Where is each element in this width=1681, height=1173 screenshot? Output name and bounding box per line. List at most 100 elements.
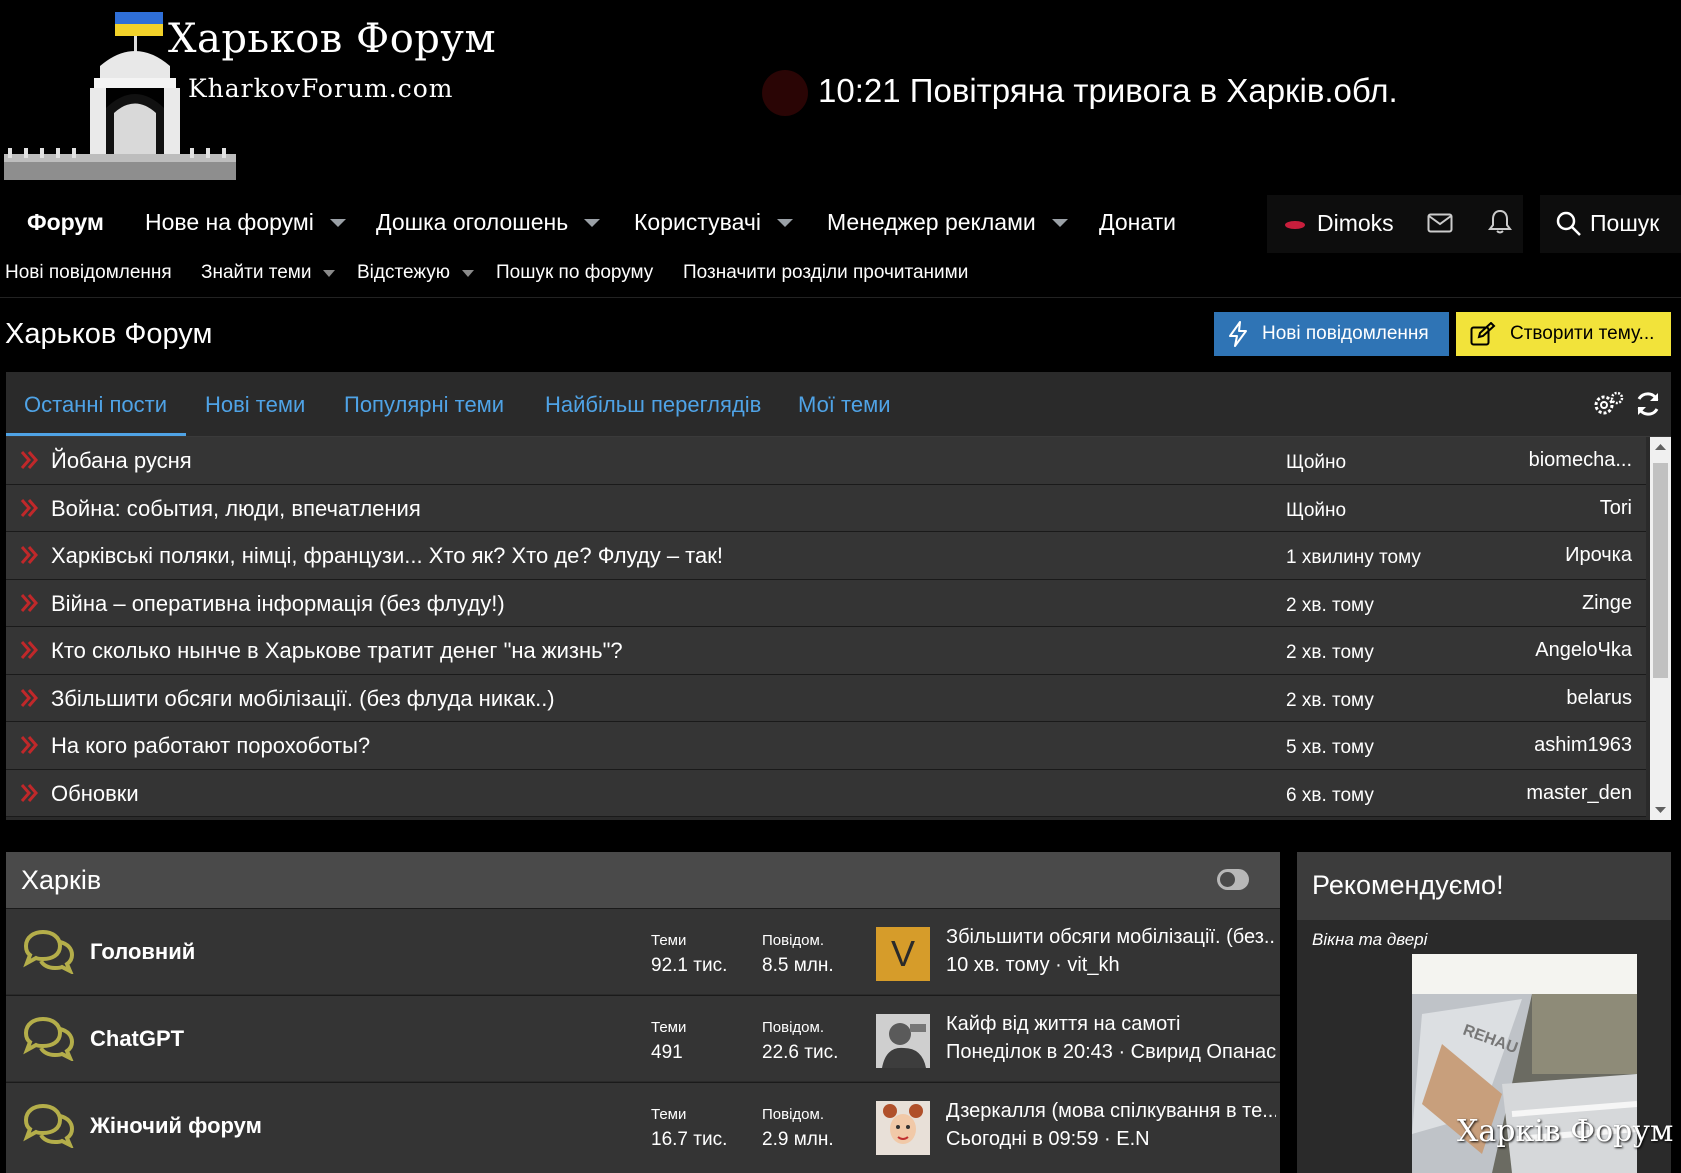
username[interactable]: Dimoks <box>1317 210 1394 237</box>
last-post-meta: 10 хв. тому · vit_kh <box>946 954 1120 976</box>
post-author[interactable]: belarus <box>1566 687 1632 710</box>
double-chevron-right-icon <box>20 451 38 469</box>
collapse-toggle[interactable] <box>1217 869 1249 890</box>
thread-title[interactable]: Збільшити обсяги мобілізації. (без флуда… <box>51 686 555 712</box>
logo-subtitle[interactable]: KharkovForum.com <box>188 74 453 103</box>
latest-posts-list: Йобана русня Щойно biomecha... Война: со… <box>6 437 1646 817</box>
sidebar-title: Рекомендуємо! <box>1312 870 1504 900</box>
avatar[interactable] <box>876 1014 930 1068</box>
list-item[interactable]: Кто сколько нынче в Харькове тратит дене… <box>6 627 1646 675</box>
list-item[interactable]: Війна – оперативна інформація (без флуду… <box>6 579 1646 627</box>
post-time: 2 хв. тому <box>1286 594 1374 616</box>
post-author[interactable]: AngeloЧka <box>1535 639 1632 662</box>
thread-title[interactable]: Кто сколько нынче в Харькове тратит дене… <box>51 638 623 664</box>
avatar[interactable]: V <box>876 927 930 981</box>
avatar[interactable] <box>876 1101 930 1155</box>
topics-label: Теми <box>651 1106 687 1123</box>
posts-count: 8.5 млн. <box>762 955 834 976</box>
subnav-watched[interactable]: Відстежую <box>357 262 474 284</box>
nav-item-whats-new[interactable]: Нове на форумі <box>145 209 346 236</box>
nav-item-members[interactable]: Користувачі <box>634 209 793 236</box>
chevron-down-icon[interactable] <box>584 218 601 227</box>
chevron-down-icon[interactable] <box>323 269 336 277</box>
tab-new-threads[interactable]: Нові теми <box>205 392 305 418</box>
double-chevron-right-icon <box>20 593 38 612</box>
subnav-search-forums[interactable]: Пошук по форуму <box>496 262 653 284</box>
post-time: 1 хвилину тому <box>1286 547 1421 568</box>
posts-label: Повідом. <box>762 932 824 949</box>
scroll-thumb[interactable] <box>1653 463 1668 678</box>
nav-item-donate[interactable]: Донати <box>1099 209 1176 236</box>
tab-my-threads[interactable]: Мої теми <box>798 392 891 418</box>
subnav-find-threads[interactable]: Знайти теми <box>201 262 336 284</box>
chevron-down-icon[interactable] <box>776 218 793 227</box>
user-menu[interactable]: Dimoks <box>1267 195 1523 253</box>
thread-title[interactable]: На кого работают порохоботы? <box>51 733 370 759</box>
posts-label: Повідом. <box>762 1019 824 1036</box>
scrollbar[interactable] <box>1650 437 1671 820</box>
list-item[interactable]: Обновки 6 хв. тому master_den <box>6 769 1646 817</box>
inbox-envelope-icon[interactable] <box>1427 213 1453 233</box>
post-author[interactable]: Ирочка <box>1565 544 1632 567</box>
new-posts-button[interactable]: Нові повідомлення <box>1214 312 1449 356</box>
forum-row[interactable]: ChatGPT Теми 491 Повідом. 22.6 тис. Кайф… <box>6 995 1280 1081</box>
scroll-up-arrow-icon[interactable] <box>1655 443 1666 451</box>
refresh-icon[interactable] <box>1634 390 1662 418</box>
forum-category: Харків Головний Теми 92.1 тис. Повідом. … <box>6 852 1280 1173</box>
post-author[interactable]: Tori <box>1600 497 1632 520</box>
list-item[interactable]: На кого работают порохоботы? 5 хв. тому … <box>6 722 1646 770</box>
nav-item-forum[interactable]: Форум <box>27 209 104 236</box>
sidebar-subtitle[interactable]: Вікна та двері <box>1312 930 1427 950</box>
forum-row[interactable]: Головний Теми 92.1 тис. Повідом. 8.5 млн… <box>6 908 1280 994</box>
tab-popular-threads[interactable]: Популярні теми <box>344 392 504 418</box>
list-item[interactable]: Харківські поляки, німці, французи... Хт… <box>6 532 1646 580</box>
search-button[interactable]: Пошук <box>1540 195 1681 253</box>
image-watermark: Харків Форум <box>1457 1114 1674 1149</box>
forum-row[interactable]: Жіночий форум Теми 16.7 тис. Повідом. 2.… <box>6 1082 1280 1173</box>
double-chevron-right-icon <box>20 498 38 517</box>
post-author[interactable]: ashim1963 <box>1534 734 1632 757</box>
user-avatar-icon <box>1285 221 1305 229</box>
last-post-title[interactable]: Збільшити обсяги мобілізації. (без... <box>946 926 1276 949</box>
chevron-down-icon[interactable] <box>1051 218 1068 227</box>
post-author[interactable]: biomecha... <box>1529 449 1632 472</box>
tab-most-viewed[interactable]: Найбільш переглядів <box>545 392 761 418</box>
forum-name[interactable]: Головний <box>90 939 195 965</box>
thread-title[interactable]: Йобана русня <box>51 448 192 474</box>
scroll-down-arrow-icon[interactable] <box>1655 806 1666 814</box>
nav-item-ad-manager[interactable]: Менеджер реклами <box>827 209 1068 236</box>
search-label: Пошук <box>1590 210 1660 236</box>
last-post-title[interactable]: Кайф від життя на самоті <box>946 1013 1276 1036</box>
page-title: Харьков Форум <box>5 318 213 350</box>
subnav-mark-read[interactable]: Позначити розділи прочитаними <box>683 262 968 284</box>
chevron-down-icon[interactable] <box>462 269 474 277</box>
thread-title[interactable]: Обновки <box>51 781 139 807</box>
bell-icon[interactable] <box>1488 209 1512 235</box>
category-title[interactable]: Харків <box>21 865 101 896</box>
list-item[interactable]: Збільшити обсяги мобілізації. (без флуда… <box>6 674 1646 722</box>
posts-label: Повідом. <box>762 1106 824 1123</box>
post-author[interactable]: Zinge <box>1582 592 1632 615</box>
thread-title[interactable]: Харківські поляки, німці, французи... Хт… <box>51 543 723 569</box>
last-post-title[interactable]: Дзеркалля (мова спілкування в те... <box>946 1100 1276 1123</box>
logo-title[interactable]: Харьков Форум <box>168 16 496 62</box>
widget-tabs: Останні пости Нові теми Популярні теми Н… <box>6 372 1671 437</box>
last-post-meta: Понеділок в 20:43 · Свирид Опанас <box>946 1041 1276 1063</box>
list-item[interactable]: Война: события, люди, впечатления Щойно … <box>6 484 1646 532</box>
forum-name[interactable]: Жіночий форум <box>90 1113 262 1139</box>
nav-item-ads-board[interactable]: Дошка оголошень <box>376 209 601 236</box>
thread-title[interactable]: Война: события, люди, впечатления <box>51 496 421 522</box>
create-thread-button[interactable]: Створити тему... <box>1456 312 1671 356</box>
tab-latest-posts[interactable]: Останні пости <box>24 392 167 418</box>
list-item[interactable]: Йобана русня Щойно biomecha... <box>6 437 1646 485</box>
topics-label: Теми <box>651 1019 687 1036</box>
double-chevron-right-icon <box>20 546 38 564</box>
air-raid-alert-text[interactable]: 10:21 Повітряна тривога в Харків.обл. <box>818 72 1398 110</box>
subnav-new-posts[interactable]: Нові повідомлення <box>5 262 172 284</box>
forum-name[interactable]: ChatGPT <box>90 1026 184 1052</box>
post-author[interactable]: master_den <box>1526 782 1632 805</box>
chevron-down-icon[interactable] <box>329 218 346 227</box>
thread-title[interactable]: Війна – оперативна інформація (без флуду… <box>51 591 505 617</box>
topics-label: Теми <box>651 932 687 949</box>
gears-icon[interactable] <box>1592 390 1624 418</box>
